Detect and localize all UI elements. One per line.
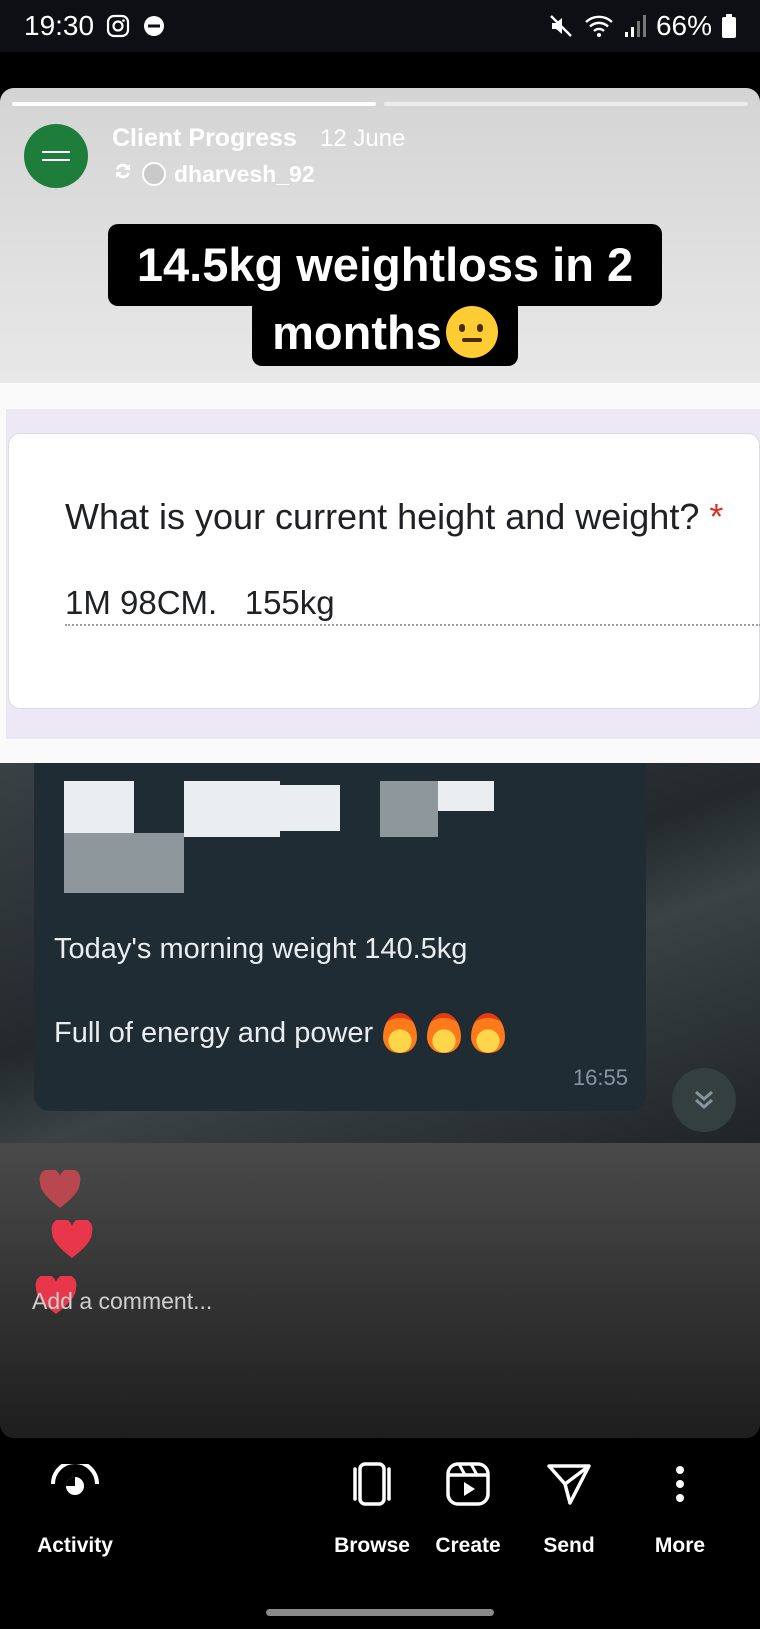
redaction-block [64, 833, 184, 893]
saluting-face-emoji-icon [445, 306, 498, 358]
form-answer-underline [65, 624, 760, 626]
required-mark: * [709, 496, 724, 537]
caption-line-1: 14.5kg weightloss in 2 [108, 224, 662, 306]
account-avatar[interactable] [24, 124, 88, 188]
mute-icon [548, 13, 574, 39]
reels-icon [440, 1456, 496, 1512]
nav-send-label: Send [543, 1534, 595, 1557]
repost-icon [112, 160, 134, 188]
nav-send[interactable]: Send [514, 1456, 624, 1558]
reshared-username: dharvesh_92 [174, 160, 315, 187]
home-indicator[interactable] [266, 1609, 494, 1616]
form-answer: 1M 98CM. 155kg [65, 584, 335, 621]
progress-segment [384, 102, 748, 106]
do-not-disturb-icon [142, 14, 166, 38]
caption-line-2: months [252, 298, 518, 366]
redaction-block [380, 781, 438, 837]
story-progress [12, 102, 748, 106]
nav-create-label: Create [435, 1534, 501, 1557]
redaction-block [64, 781, 134, 841]
chat-message-bubble: Today's morning weight 140.5kg Full of e… [34, 763, 646, 1111]
reshared-user-avatar [142, 162, 166, 186]
chat-timestamp: 16:55 [572, 1065, 628, 1090]
form-screenshot: What is your current height and weight? … [0, 383, 760, 763]
fire-emoji-icon [471, 1013, 506, 1053]
nav-more-label: More [654, 1534, 706, 1557]
form-question: What is your current height and weight? … [65, 496, 723, 538]
instagram-icon [106, 14, 130, 38]
nav-more[interactable]: More [625, 1456, 735, 1558]
bottom-navigation: Activity Browse Create Send More [0, 1438, 760, 1629]
fire-emoji-icon [427, 1013, 462, 1053]
story-viewer[interactable]: Client Progress 12 June dharvesh_92 14.5… [0, 88, 760, 1438]
form-question-text: What is your current height and weight? [65, 496, 700, 537]
nav-browse-label: Browse [334, 1534, 410, 1557]
redaction-block [438, 781, 494, 811]
reshare-credit[interactable]: dharvesh_92 [112, 160, 315, 188]
scroll-down-icon [672, 1068, 736, 1132]
battery-percent: 66% [655, 10, 712, 41]
progress-segment [12, 102, 376, 106]
chat-text-energy-label: Full of energy and power [54, 1016, 374, 1049]
form-question-card: What is your current height and weight? … [8, 433, 760, 709]
status-time: 19:30 [24, 10, 95, 41]
nav-browse[interactable]: Browse [317, 1456, 427, 1558]
nav-activity[interactable]: Activity [20, 1456, 130, 1558]
send-icon [541, 1456, 597, 1512]
chat-screenshot: Today's morning weight 140.5kg Full of e… [0, 763, 760, 1143]
chat-text-weight: Today's morning weight 140.5kg [54, 933, 468, 965]
heart-reaction-icon[interactable] [50, 1218, 94, 1265]
browse-icon [344, 1456, 400, 1512]
fire-emoji-icon [383, 1013, 418, 1053]
eye-icon [47, 1456, 103, 1512]
redaction-block [184, 781, 280, 837]
signal-icon [624, 14, 646, 38]
battery-icon [722, 14, 736, 38]
chat-text-energy: Full of energy and power [54, 1013, 506, 1053]
caption-line-2-text: months [272, 305, 442, 359]
comment-input[interactable]: Add a comment... [32, 1288, 212, 1315]
status-bar: 19:30 66% [0, 0, 760, 52]
account-name[interactable]: Client Progress [112, 124, 297, 153]
more-vertical-icon [652, 1456, 708, 1512]
heart-reaction-icon[interactable] [38, 1168, 82, 1215]
nav-create[interactable]: Create [413, 1456, 523, 1558]
story-header-area: Client Progress 12 June dharvesh_92 14.5… [0, 88, 760, 383]
nav-activity-label: Activity [37, 1534, 113, 1557]
story-date: 12 June [320, 125, 406, 152]
redaction-block [280, 785, 340, 831]
wifi-icon [584, 14, 614, 38]
